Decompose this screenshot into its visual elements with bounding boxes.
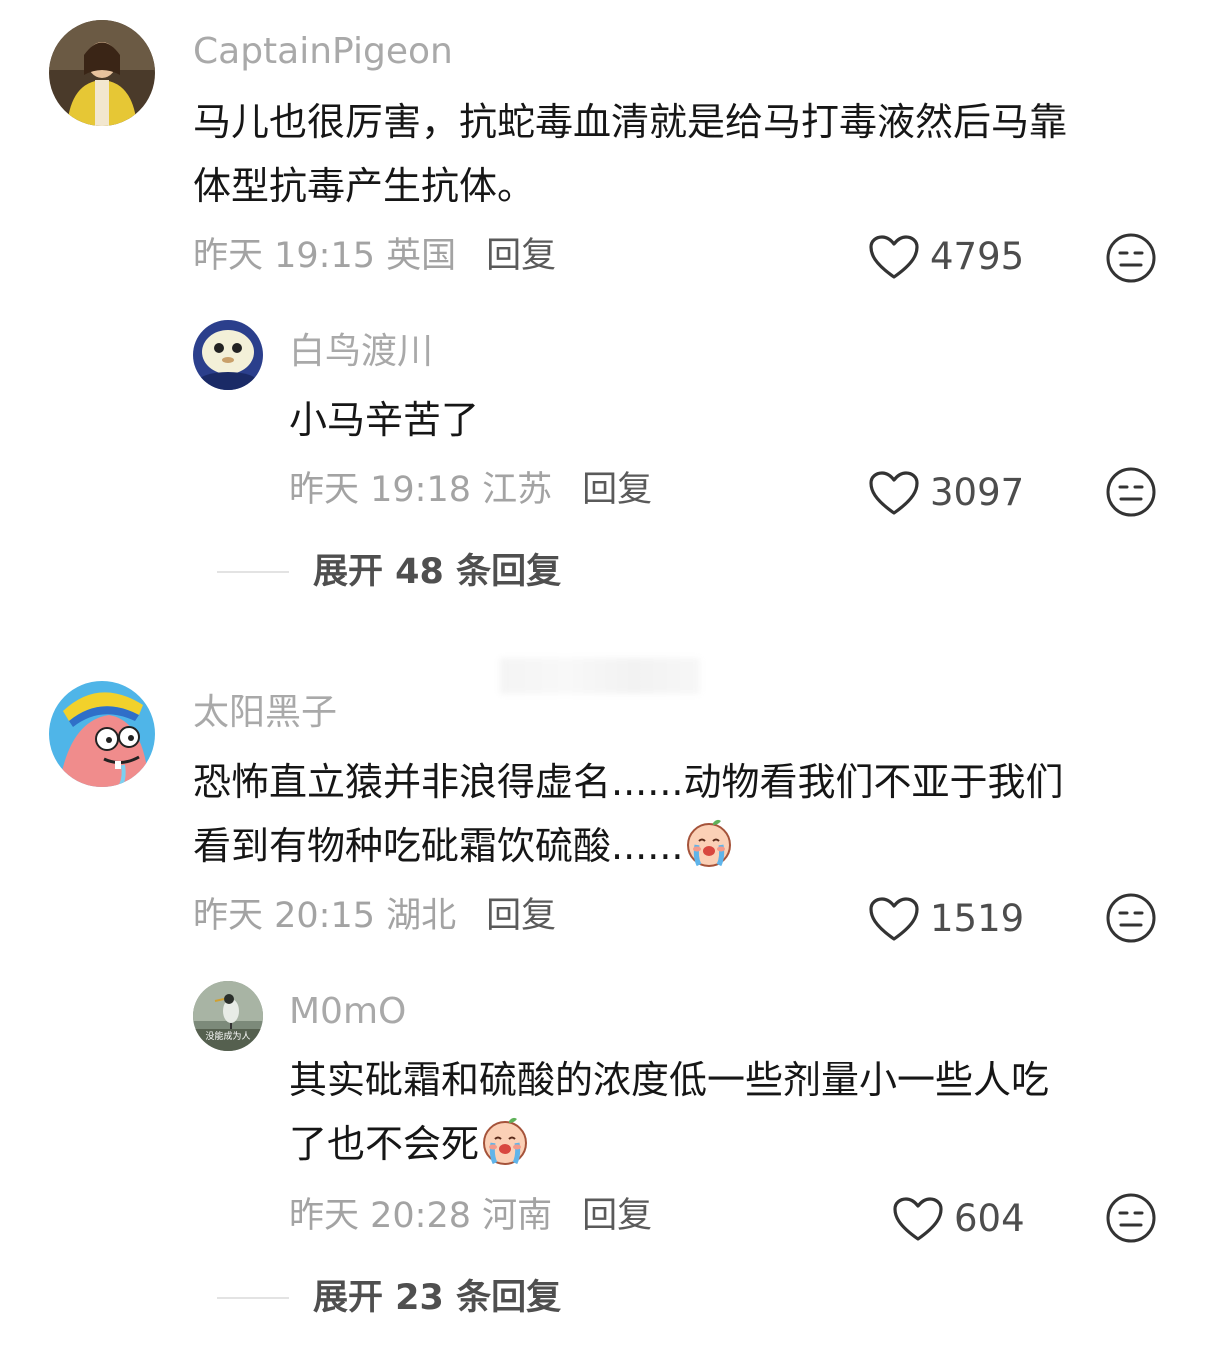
like-count: 604 [954, 1197, 1025, 1240]
heart-outline-icon [869, 235, 919, 279]
heart-outline-icon [869, 897, 919, 941]
heart-outline-icon [893, 1197, 943, 1241]
meh-face-icon [1106, 893, 1156, 943]
expand-replies-label: 展开 23 条回复 [313, 1278, 562, 1318]
timestamp-location: 昨天 19:18 江苏 [289, 470, 553, 510]
dislike-button[interactable] [1105, 466, 1157, 518]
like-button[interactable]: 4795 [868, 234, 1024, 280]
reply-button[interactable]: 回复 [486, 236, 556, 276]
username[interactable]: 太阳黑子 [193, 691, 337, 735]
reply-button[interactable]: 回复 [582, 470, 652, 510]
reply-text: 其实砒霜和硫酸的浓度低一些剂量小一些人吃 了也不会死 [289, 1048, 1169, 1176]
comment-text-line: 恐怖直立猿并非浪得虚名......动物看我们不亚于我们 [193, 760, 1064, 804]
comment-text-line: 马儿也很厉害，抗蛇毒血清就是给马打毒液然后马靠 [193, 100, 1068, 144]
timestamp-location: 昨天 19:15 英国 [193, 236, 457, 276]
crying-face-emoji-icon [483, 1117, 528, 1165]
like-count: 4795 [930, 235, 1025, 278]
comment-text: 恐怖直立猿并非浪得虚名......动物看我们不亚于我们 看到有物种吃砒霜饮硫酸.… [193, 750, 1173, 878]
meh-face-icon [1106, 233, 1156, 283]
like-button[interactable]: 604 [892, 1196, 1025, 1242]
comment-meta: 昨天 19:15 英国 回复 [193, 234, 556, 278]
reply-text-line: 其实砒霜和硫酸的浓度低一些剂量小一些人吃 [289, 1058, 1050, 1102]
blurred-divider [500, 658, 700, 694]
timestamp-location: 昨天 20:28 河南 [289, 1196, 553, 1236]
comment-text-span: 看到有物种吃砒霜饮硫酸...... [193, 824, 684, 868]
expand-replies-button[interactable]: 展开 23 条回复 [217, 1276, 561, 1320]
crying-face-emoji-icon [687, 819, 732, 867]
avatar[interactable]: 没能成为人 [193, 981, 263, 1051]
like-count: 1519 [930, 897, 1025, 940]
reply-text-span: 了也不会死 [289, 1122, 480, 1166]
like-count: 3097 [930, 471, 1025, 514]
reply-button[interactable]: 回复 [486, 896, 556, 936]
heart-outline-icon [869, 471, 919, 515]
woman-yellow-jacket-avatar-icon [49, 20, 155, 126]
like-button[interactable]: 1519 [868, 896, 1024, 942]
expand-replies-label: 展开 48 条回复 [313, 552, 562, 592]
heron-avatar-icon: 没能成为人 [193, 981, 263, 1051]
like-button[interactable]: 3097 [868, 470, 1024, 516]
reply-text: 小马辛苦了 [289, 398, 480, 442]
avatar-caption: 没能成为人 [205, 1030, 250, 1042]
comment-text-line: 看到有物种吃砒霜饮硫酸...... [193, 814, 1173, 878]
avatar[interactable] [49, 681, 155, 787]
divider [217, 1297, 289, 1299]
comment-meta: 昨天 20:15 湖北 回复 [193, 894, 556, 938]
username[interactable]: M0mO [289, 990, 406, 1034]
white-blob-avatar-icon [193, 320, 263, 390]
patrick-star-avatar-icon [49, 681, 155, 787]
reply-meta: 昨天 20:28 河南 回复 [289, 1194, 652, 1238]
expand-replies-button[interactable]: 展开 48 条回复 [217, 550, 561, 594]
dislike-button[interactable] [1105, 232, 1157, 284]
dislike-button[interactable] [1105, 1192, 1157, 1244]
dislike-button[interactable] [1105, 892, 1157, 944]
avatar[interactable] [49, 20, 155, 126]
reply-meta: 昨天 19:18 江苏 回复 [289, 468, 652, 512]
reply-button[interactable]: 回复 [582, 1196, 652, 1236]
avatar[interactable] [193, 320, 263, 390]
reply-text-line: 了也不会死 [289, 1112, 1169, 1176]
meh-face-icon [1106, 467, 1156, 517]
comment-text: 马儿也很厉害，抗蛇毒血清就是给马打毒液然后马靠 体型抗毒产生抗体。 [193, 90, 1173, 218]
timestamp-location: 昨天 20:15 湖北 [193, 896, 457, 936]
meh-face-icon [1106, 1193, 1156, 1243]
divider [217, 571, 289, 573]
username[interactable]: CaptainPigeon [193, 30, 453, 74]
username[interactable]: 白鸟渡川 [289, 330, 433, 374]
comment-text-line: 体型抗毒产生抗体。 [193, 164, 536, 208]
